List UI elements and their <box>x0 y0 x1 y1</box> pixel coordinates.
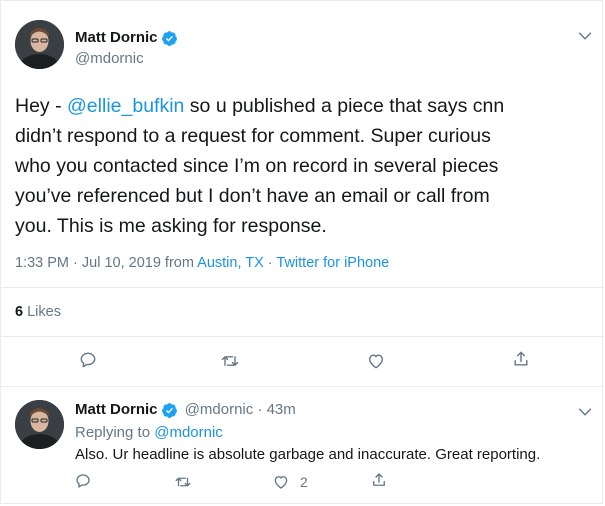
tweet-text-line: who you contacted since I’m on record in… <box>15 155 499 177</box>
avatar[interactable] <box>15 20 64 69</box>
reply-text: Also. Ur headline is absolute garbage an… <box>75 446 541 463</box>
verified-badge-icon <box>161 30 178 47</box>
divider <box>1 287 604 288</box>
reply-like-count: 2 <box>300 474 308 490</box>
replying-to: Replying to @mdornic <box>75 424 223 441</box>
likes-number: 6 <box>15 304 24 320</box>
mention-link[interactable]: @ellie_bufkin <box>67 95 184 117</box>
tweet-meta: 1:33 PM · Jul 10, 2019 from Austin, TX ·… <box>15 255 389 271</box>
reply-retweet-icon[interactable] <box>174 473 192 491</box>
meta-separator: · <box>263 255 277 271</box>
retweet-icon[interactable] <box>220 351 240 371</box>
reply-chevron-down-icon[interactable] <box>576 403 594 421</box>
tweet-text-line: you’ve referenced but I don’t have an em… <box>15 185 490 207</box>
verified-badge-icon <box>161 402 178 419</box>
author-name[interactable]: Matt Dornic <box>75 29 178 47</box>
reply-time-separator: · <box>253 401 267 418</box>
tweet-text: Hey - @ellie_bufkin so u published a pie… <box>15 91 595 241</box>
like-icon[interactable] <box>366 351 386 371</box>
tweet-text-segment: so u published a piece that says cnn <box>184 95 505 117</box>
author-handle[interactable]: @mdornic <box>75 50 144 67</box>
client-link[interactable]: Twitter for iPhone <box>276 255 389 271</box>
reply-like-icon[interactable] <box>272 473 290 491</box>
reply-timestamp[interactable]: 43m <box>267 401 296 418</box>
tweet-text-line: didn’t respond to a request for comment.… <box>15 125 491 147</box>
replying-to-label: Replying to <box>75 424 155 441</box>
reply-avatar[interactable] <box>15 400 64 449</box>
location-link[interactable]: Austin, TX <box>197 255 264 271</box>
author-name-text[interactable]: Matt Dornic <box>75 29 158 46</box>
reply-icon[interactable] <box>78 350 98 370</box>
reply-share-icon[interactable] <box>370 471 388 489</box>
share-icon[interactable] <box>511 349 531 369</box>
tweet-text-segment: Hey - <box>15 95 68 117</box>
chevron-down-icon[interactable] <box>576 27 594 45</box>
reply-header: Matt Dornic @mdornic · 43m <box>75 401 296 419</box>
tweet-thread: Matt Dornic @mdornic Hey - @ellie_bufkin… <box>0 0 604 504</box>
reply-author-name[interactable]: Matt Dornic <box>75 401 158 418</box>
likes-label: Likes <box>23 304 61 320</box>
divider <box>1 386 604 387</box>
tweet-text-line: you. This is me asking for response. <box>15 215 327 237</box>
tweet-text-line: Hey - @ellie_bufkin so u published a pie… <box>15 91 595 121</box>
replying-to-link[interactable]: @mdornic <box>154 424 223 441</box>
divider <box>1 336 604 337</box>
reply-reply-icon[interactable] <box>74 472 92 490</box>
reply-author-handle[interactable]: @mdornic <box>185 401 254 418</box>
likes-count[interactable]: 6 Likes <box>15 304 61 320</box>
tweet-timestamp[interactable]: 1:33 PM · Jul 10, 2019 from <box>15 255 197 271</box>
